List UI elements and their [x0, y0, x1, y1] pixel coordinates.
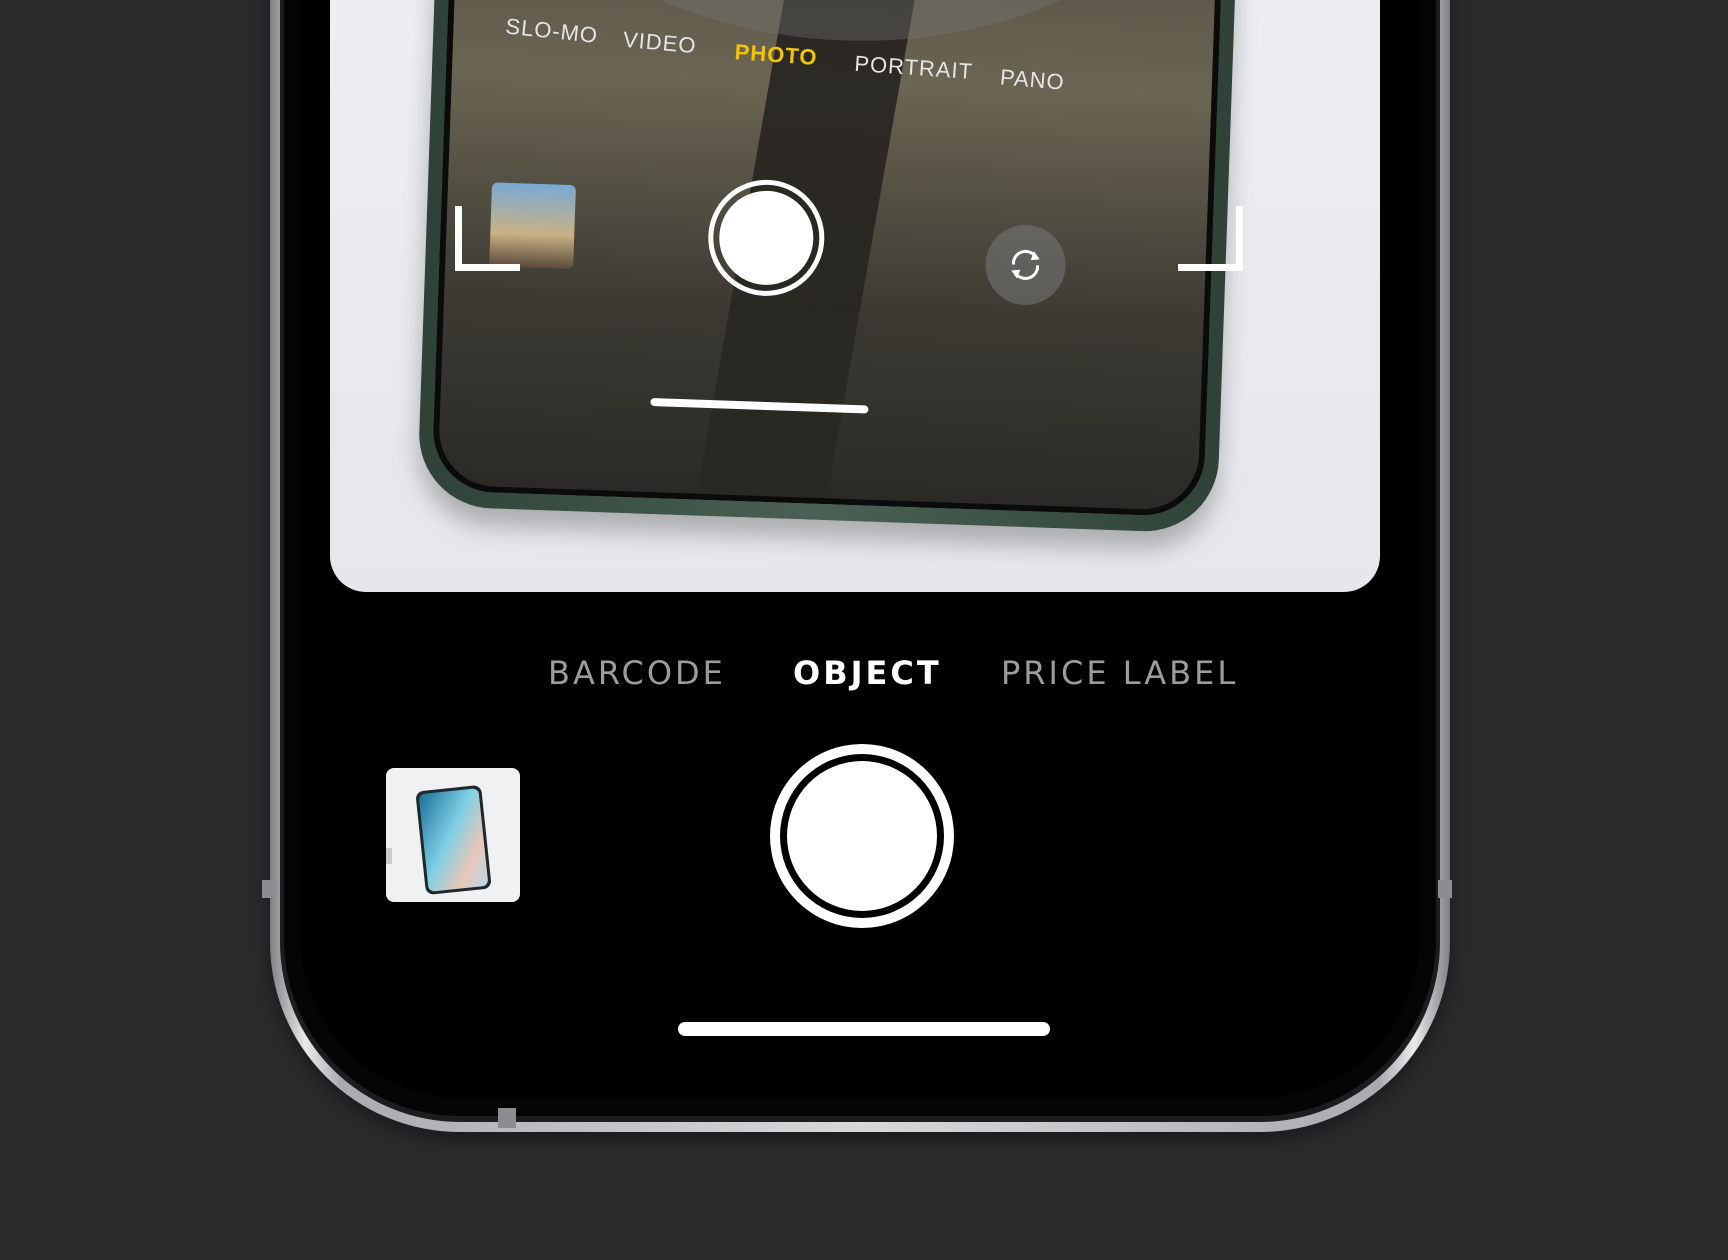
mode-price-label[interactable]: PRICE LABEL — [1001, 654, 1238, 692]
preview-mode-pano: PANO — [999, 64, 1066, 95]
mode-barcode[interactable]: BARCODE — [548, 654, 726, 692]
focus-bracket-bottom-left — [455, 206, 520, 271]
preview-mode-photo: PHOTO — [733, 39, 819, 70]
shutter-core — [787, 761, 937, 911]
bottom-antenna-line — [498, 1108, 516, 1128]
thumbnail-phone-image — [386, 785, 491, 895]
home-indicator[interactable] — [678, 1022, 1050, 1036]
side-button-left — [262, 880, 276, 898]
preview-phone-image: SLO-MO VIDEO PHOTO PORTRAIT PANO — [416, 0, 1240, 534]
preview-mode-video: VIDEO — [622, 26, 698, 59]
refresh-icon — [984, 223, 1067, 307]
side-button-right — [1438, 880, 1452, 898]
last-photo-thumbnail[interactable] — [386, 768, 520, 902]
mode-object[interactable]: OBJECT — [793, 654, 942, 692]
preview-phone-screen: SLO-MO VIDEO PHOTO PORTRAIT PANO — [431, 0, 1226, 518]
shutter-button[interactable] — [770, 744, 954, 928]
focus-bracket-bottom-right — [1178, 206, 1243, 271]
camera-preview[interactable]: SLO-MO VIDEO PHOTO PORTRAIT PANO — [330, 0, 1380, 592]
preview-mode-slomo: SLO-MO — [504, 13, 600, 49]
shutter-ring — [780, 754, 944, 918]
